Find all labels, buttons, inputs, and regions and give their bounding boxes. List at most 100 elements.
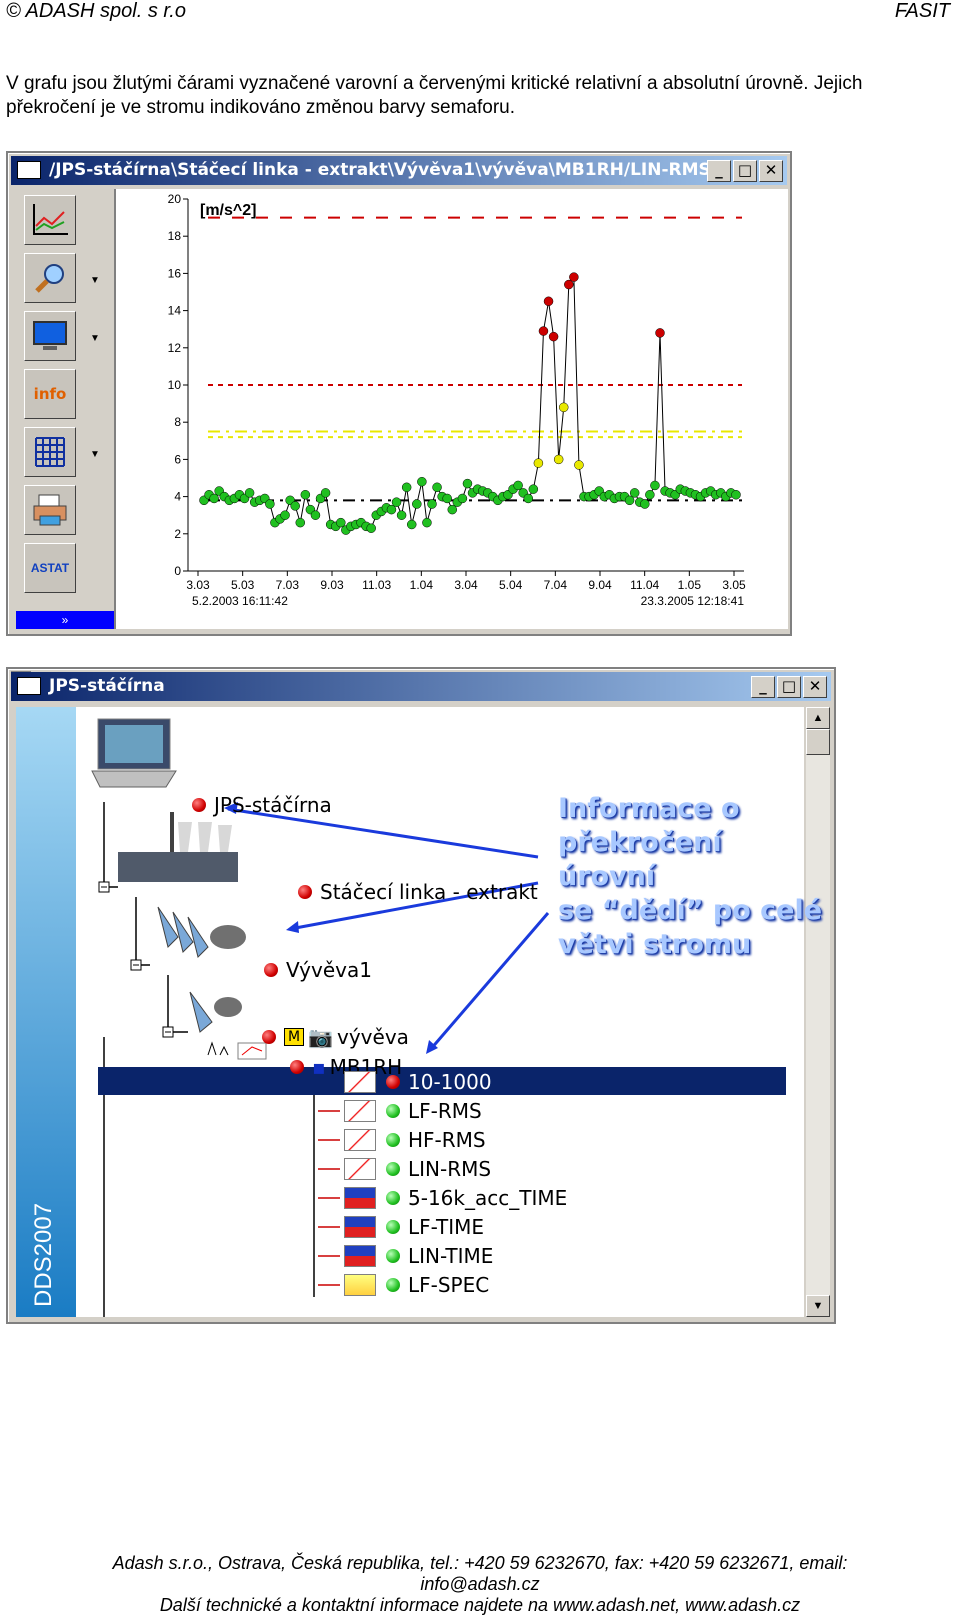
trend-measurement-icon	[344, 1129, 376, 1151]
x-tick-label: 11.03	[362, 578, 391, 592]
printer-icon[interactable]	[24, 485, 76, 535]
time-measurement-icon	[344, 1245, 376, 1267]
data-point	[574, 460, 584, 470]
data-point	[528, 484, 539, 494]
scroll-thumb[interactable]	[806, 729, 830, 755]
data-point	[457, 493, 468, 504]
scroll-down-button[interactable]: ▼	[806, 1295, 830, 1317]
astat-icon[interactable]: ASTAT	[24, 543, 76, 593]
tree-leaf-hf-rms[interactable]: HF-RMS	[344, 1128, 486, 1152]
tree-node-jps-stacirna[interactable]: JPS-stáčírna	[192, 793, 332, 817]
scroll-up-button[interactable]: ▲	[806, 707, 830, 729]
trend-chart-icon[interactable]	[24, 195, 76, 245]
minimize-button[interactable]: _	[707, 160, 731, 182]
data-point	[645, 489, 655, 500]
data-point	[396, 510, 407, 520]
status-red-icon	[298, 885, 312, 899]
m-marker-icon: M	[284, 1028, 305, 1046]
tree-node-vyveva[interactable]: M 📷 vývěva	[262, 1025, 409, 1049]
data-point	[640, 499, 650, 509]
x-tick-label: 1.04	[410, 578, 434, 592]
data-point	[290, 501, 300, 511]
x-tick-label: 3.03	[186, 578, 210, 592]
window-system-icon[interactable]	[17, 161, 41, 179]
tree-node-label: Vývěva1	[286, 958, 372, 982]
y-tick-label: 2	[174, 527, 181, 541]
tree-leaf-10-1000[interactable]: 10-1000	[344, 1070, 492, 1094]
data-point	[412, 499, 422, 509]
grid-icon[interactable]	[24, 427, 76, 477]
x-tick-label: 11.04	[630, 578, 659, 592]
trend-measurement-icon	[344, 1100, 376, 1122]
x-tick-label: 9.03	[320, 578, 344, 592]
data-point	[569, 272, 579, 282]
y-tick-label: 6	[174, 452, 181, 466]
trend-measurement-icon	[344, 1158, 376, 1180]
tree-leaf-lin-rms[interactable]: LIN-RMS	[344, 1157, 491, 1181]
maximize-button[interactable]: □	[777, 676, 801, 698]
tree-leaf-lf-rms[interactable]: LF-RMS	[344, 1099, 482, 1123]
tree-window-titlebar[interactable]: JPS-stáčírna _ □ ✕	[11, 672, 831, 701]
minimize-button[interactable]: _	[751, 676, 775, 698]
status-green-icon	[386, 1191, 400, 1205]
data-point	[265, 499, 275, 509]
factory-icon	[118, 812, 238, 882]
tree-node-vyveva1[interactable]: Vývěva1	[264, 958, 372, 982]
y-axis-label: [m/s^2]	[200, 202, 256, 219]
trend-window-title: /JPS-stáčírna\Stáčecí linka - extrakt\Vý…	[49, 160, 711, 180]
close-button[interactable]: ✕	[759, 160, 783, 182]
data-point	[655, 328, 665, 338]
y-tick-label: 12	[168, 341, 182, 355]
status-red-icon	[262, 1030, 276, 1044]
status-red-icon	[290, 1060, 304, 1074]
tree-leaf-lf-spec[interactable]: LF-SPEC	[344, 1273, 489, 1297]
tree-node-label: vývěva	[337, 1025, 409, 1049]
tree-leaf-lf-time[interactable]: LF-TIME	[344, 1215, 484, 1239]
y-tick-label: 8	[174, 415, 181, 429]
page-footer: Adash s.r.o., Ostrava, Česká republika, …	[0, 1553, 960, 1616]
data-point	[523, 493, 534, 504]
callout-line: překročení úrovní	[558, 827, 722, 892]
zoom-dropdown-arrow-icon[interactable]: ▼	[90, 275, 100, 286]
tree-leaf-5-16k-acc-time[interactable]: 5-16k_acc_TIME	[344, 1186, 567, 1210]
window-system-icon[interactable]	[17, 677, 41, 695]
info-icon[interactable]: info	[24, 369, 76, 419]
maximize-button[interactable]: □	[733, 160, 757, 182]
y-tick-label: 4	[174, 490, 181, 504]
trend-toolbar: ▼ ▼ info ▼ ASTAT »	[16, 189, 116, 629]
grid-dropdown-arrow-icon[interactable]: ▼	[90, 449, 100, 460]
x-tick-label: 9.04	[588, 578, 612, 592]
tree-leaf-label: LIN-RMS	[408, 1157, 492, 1181]
tree-leaf-lin-time[interactable]: LIN-TIME	[344, 1244, 493, 1268]
data-point	[417, 476, 427, 487]
tree-window-title: JPS-stáčírna	[49, 676, 165, 696]
data-point	[538, 326, 549, 336]
footer-line: Adash s.r.o., Ostrava, Česká republika, …	[112, 1553, 848, 1573]
camera-icon: 📷	[308, 1025, 333, 1049]
toolbar-expand-icon[interactable]: »	[16, 611, 114, 629]
tree-leaf-label: HF-RMS	[408, 1128, 486, 1152]
trend-chart-svg: 0 2 4 6 8 10 12 14 16 18 20 [m/s^2] 3.03 5.03 7.03 9.03…	[168, 192, 746, 608]
monitor-icon[interactable]	[24, 311, 76, 361]
y-tick-label: 0	[174, 564, 181, 578]
tree-leaf-label: LIN-TIME	[408, 1244, 494, 1268]
pump-group-icon	[157, 906, 246, 958]
status-green-icon	[386, 1104, 400, 1118]
data-point	[295, 517, 306, 528]
time-measurement-icon	[344, 1216, 376, 1238]
monitor-dropdown-arrow-icon[interactable]: ▼	[90, 333, 100, 344]
x-tick-label: 7.04	[544, 578, 568, 592]
trend-window-titlebar[interactable]: /JPS-stáčírna\Stáčecí linka - extrakt\Vý…	[11, 156, 787, 185]
dds-side-panel: DDS2007	[16, 707, 78, 1317]
footer-line: info@adash.cz	[420, 1574, 540, 1594]
tree-node-stacecilinka[interactable]: Stáčecí linka - extrakt	[298, 880, 538, 904]
laptop-icon	[91, 718, 177, 788]
pump-icon	[189, 991, 242, 1033]
header-brand: FASIT	[894, 0, 950, 22]
callout-line: se “dědí” po celé	[558, 895, 823, 926]
close-button[interactable]: ✕	[803, 676, 827, 698]
dds-side-label: DDS2007	[30, 1202, 57, 1307]
data-point	[406, 519, 417, 530]
data-point	[553, 454, 564, 465]
zoom-icon[interactable]	[24, 253, 76, 303]
